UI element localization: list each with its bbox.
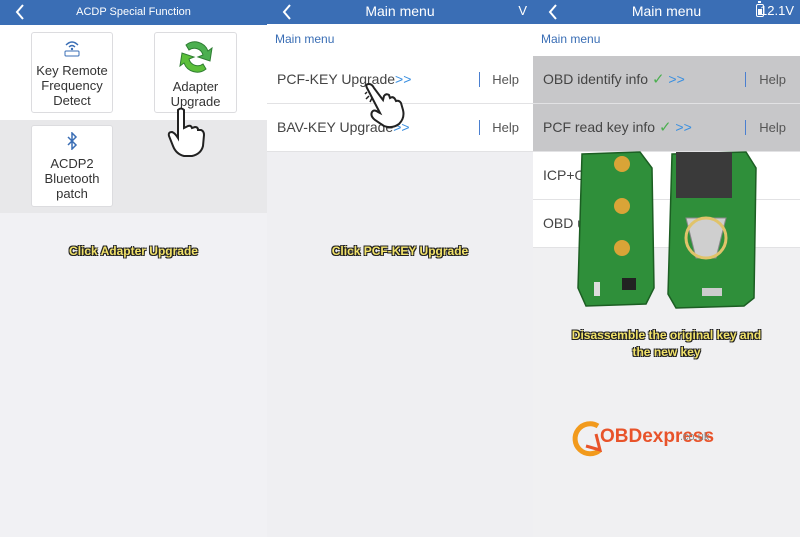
obdexpress-logo: OBDexpress .co.uk	[570, 420, 730, 458]
check-icon: ✓	[651, 71, 665, 88]
breadcrumb[interactable]: Main menu	[267, 24, 533, 56]
tile-acdp2-bluetooth-patch[interactable]: ACDP2 Bluetooth patch	[31, 125, 113, 207]
panel-acdp-special-function: ACDP Special Function Key Remote Frequen…	[0, 0, 267, 537]
page-title: Main menu	[365, 3, 435, 19]
logo-domain-text: .co.uk	[680, 431, 710, 443]
help-link[interactable]: Help	[492, 104, 519, 151]
breadcrumb[interactable]: Main menu	[533, 24, 800, 56]
tile-label: ACDP2 Bluetooth patch	[44, 156, 100, 201]
help-link[interactable]: Help	[759, 56, 786, 103]
logo-swoosh-icon	[572, 421, 603, 457]
tile-key-remote-frequency-detect[interactable]: Key Remote Frequency Detect	[31, 32, 113, 113]
key-pcb-photo	[577, 151, 757, 309]
row-arrow: >>	[675, 119, 692, 135]
menu-row-pcf-read-key-info[interactable]: PCF read key info ✓ >> Help	[533, 104, 800, 152]
tile-label: Key Remote Frequency Detect	[36, 63, 108, 108]
header-bar: ACDP Special Function	[0, 0, 267, 25]
instruction-caption: Disassemble the original key and the new…	[533, 327, 800, 361]
row-label-group: PCF read key info ✓ >>	[543, 104, 692, 151]
divider	[479, 72, 480, 87]
instruction-caption: Click PCF-KEY Upgrade	[331, 244, 469, 258]
row-arrow: >>	[668, 71, 685, 87]
check-icon: ✓	[658, 119, 672, 136]
tile-adapter-upgrade[interactable]: Adapter Upgrade	[154, 32, 237, 113]
divider	[745, 120, 746, 135]
pointing-hand-icon	[167, 107, 206, 157]
divider	[745, 72, 746, 87]
page-title: ACDP Special Function	[76, 6, 191, 18]
row-label: OBD identify info	[543, 71, 649, 87]
refresh-arrows-icon	[178, 41, 213, 73]
caption-line: Disassemble the original key and	[571, 328, 762, 342]
status-text: V	[518, 3, 527, 18]
header-bar: Main menu 12.1V	[533, 0, 800, 24]
voltage-readout: 12.1V	[760, 3, 794, 18]
remote-frequency-icon	[64, 41, 80, 57]
divider	[479, 120, 480, 135]
menu-row-obd-identify-info[interactable]: OBD identify info ✓ >> Help	[533, 56, 800, 104]
row-label-group: OBD identify info ✓ >>	[543, 56, 685, 103]
header-bar: Main menu V	[267, 0, 533, 24]
panel-main-menu-upgrade: Main menu V Main menu PCF-KEY Upgrade>> …	[267, 0, 533, 537]
caption-line: the new key	[632, 345, 701, 359]
bluetooth-icon	[67, 132, 78, 150]
pointing-hand-icon	[364, 82, 405, 129]
tile-label: Adapter Upgrade	[170, 79, 221, 109]
instruction-caption: Click Adapter Upgrade	[69, 244, 198, 258]
help-link[interactable]: Help	[492, 56, 519, 103]
row-label: PCF read key info	[543, 119, 656, 135]
help-link[interactable]: Help	[759, 104, 786, 151]
